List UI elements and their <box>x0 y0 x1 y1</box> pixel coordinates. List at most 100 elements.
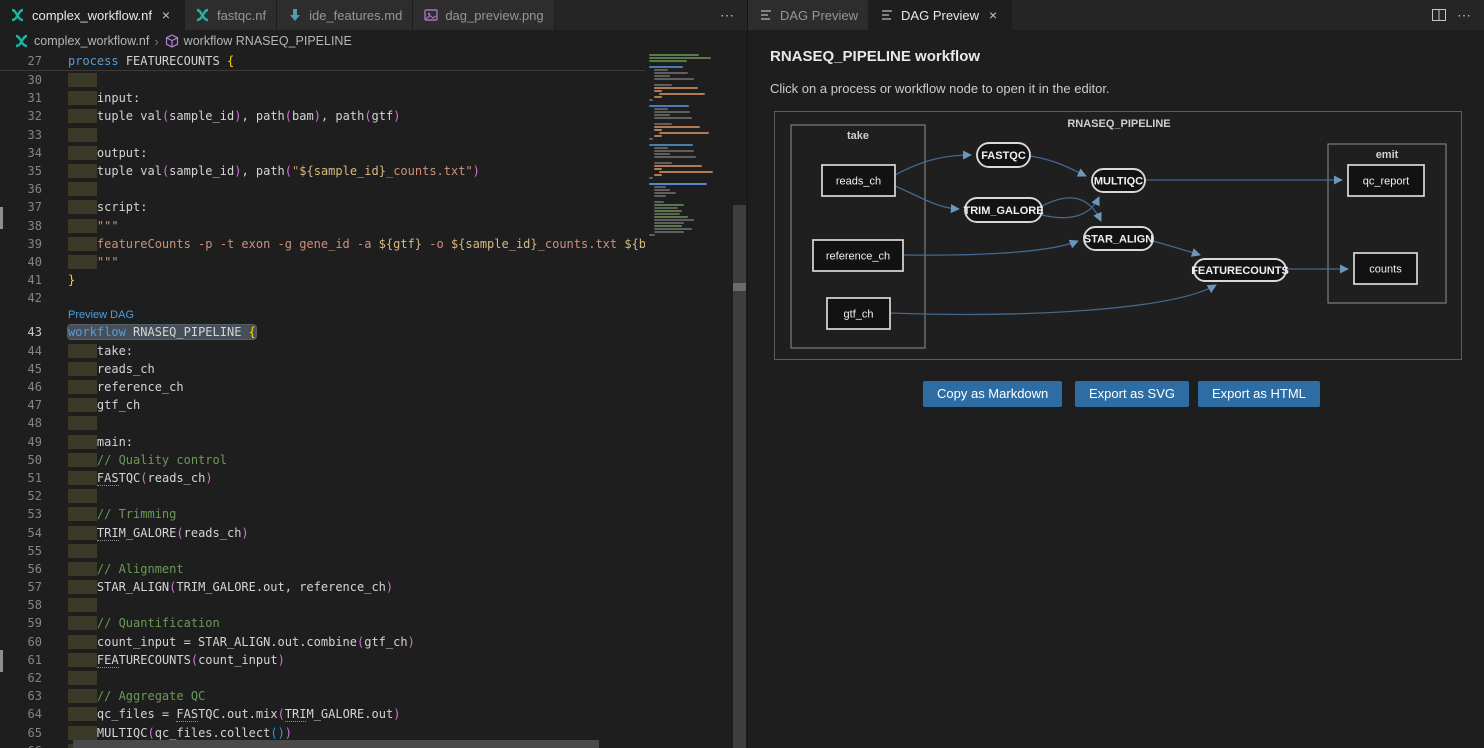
code-editor[interactable]: 27process FEATURECOUNTS {30 31 input:32 … <box>0 52 747 748</box>
code-line[interactable]: 42 <box>0 289 645 307</box>
editor-tab-complex-workflow-nf[interactable]: complex_workflow.nf× <box>0 0 185 30</box>
code-line[interactable]: 43workflow RNASEQ_PIPELINE { <box>0 323 645 341</box>
code-line[interactable]: 33 <box>0 126 645 144</box>
minimap[interactable] <box>645 54 732 748</box>
code-token: script: <box>97 200 148 214</box>
tab-label: ide_features.md <box>309 8 402 23</box>
dag-process-node-FASTQC[interactable]: FASTQC <box>977 143 1030 167</box>
dag-edge-gtf_ch-to-FEATURECOUNTS <box>890 285 1216 314</box>
code-line[interactable]: 61 FEATURECOUNTS(count_input) <box>0 651 645 669</box>
dag-process-node-TRIM_GALORE[interactable]: TRIM_GALORE <box>963 198 1043 222</box>
export-as-svg-button[interactable]: Export as SVG <box>1075 381 1189 407</box>
code-line[interactable]: 64 qc_files = FASTQC.out.mix(TRIM_GALORE… <box>0 705 645 723</box>
code-line[interactable]: 40 """ <box>0 253 645 271</box>
editor-tab-fastqc-nf[interactable]: fastqc.nf <box>185 0 277 30</box>
dag-channel-node-reference_ch[interactable]: reference_ch <box>813 240 903 271</box>
code-token <box>241 325 248 339</box>
code-token: { <box>249 325 256 339</box>
dag-edge-TRIM_GALORE-to-MULTIQC <box>1042 197 1099 218</box>
panel-more-actions-icon[interactable]: ⋯ <box>1457 7 1472 24</box>
code-line[interactable]: 54 TRIM_GALORE(reads_ch) <box>0 524 645 542</box>
copy-as-markdown-button[interactable]: Copy as Markdown <box>923 381 1062 407</box>
code-token: ${b <box>624 237 645 251</box>
code-line[interactable]: 31 input: <box>0 89 645 107</box>
code-token: ) <box>278 653 285 667</box>
code-line[interactable]: 35 tuple val(sample_id), path("${sample_… <box>0 162 645 180</box>
code-token <box>68 616 97 630</box>
code-token <box>68 635 97 649</box>
code-line[interactable]: 37 script: <box>0 198 645 216</box>
tab-overflow-more-icon[interactable]: ⋯ <box>720 7 735 24</box>
close-icon[interactable]: × <box>985 7 1001 23</box>
code-line[interactable]: 46 reference_ch <box>0 378 645 396</box>
code-line[interactable]: 51 FASTQC(reads_ch) <box>0 469 645 487</box>
sticky-scroll-line[interactable]: 27process FEATURECOUNTS { <box>0 52 645 71</box>
code-line[interactable]: 58 <box>0 596 645 614</box>
nextflow-icon <box>14 33 30 49</box>
line-number: 47 <box>0 396 42 414</box>
panel-tab-dag-preview[interactable]: DAG Preview <box>748 0 869 30</box>
line-number: 37 <box>0 198 42 216</box>
dag-channel-node-qc_report[interactable]: qc_report <box>1348 165 1424 196</box>
vertical-scrollbar[interactable] <box>733 52 746 748</box>
dag-channel-node-gtf_ch[interactable]: gtf_ch <box>827 298 890 329</box>
code-line[interactable]: 48 <box>0 414 645 432</box>
code-line[interactable]: 55 <box>0 542 645 560</box>
code-token: // Quantification <box>97 616 220 630</box>
dag-process-node-FEATURECOUNTS[interactable]: FEATURECOUNTS <box>1191 259 1289 281</box>
code-line[interactable]: 39 featureCounts -p -t exon -g gene_id -… <box>0 235 645 253</box>
code-line[interactable]: 59 // Quantification <box>0 614 645 632</box>
close-icon[interactable]: × <box>158 7 174 23</box>
split-editor-icon[interactable] <box>1431 7 1447 23</box>
svg-text:STAR_ALIGN: STAR_ALIGN <box>1084 234 1154 246</box>
code-line[interactable]: 62 <box>0 669 645 687</box>
panel-tab-dag-preview[interactable]: DAG Preview× <box>869 0 1012 30</box>
horizontal-scrollbar[interactable] <box>0 740 645 748</box>
code-line[interactable]: 34 output: <box>0 144 645 162</box>
code-line[interactable]: 60 count_input = STAR_ALIGN.out.combine(… <box>0 633 645 651</box>
code-line[interactable]: 38 """ <box>0 217 645 235</box>
code-line[interactable]: 52 <box>0 487 645 505</box>
editor-group-right: DAG PreviewDAG Preview× ⋯ RNASEQ_PIPELIN… <box>748 0 1484 748</box>
breadcrumb-item[interactable]: workflow RNASEQ_PIPELINE <box>164 33 352 49</box>
code-token: } <box>68 273 75 287</box>
code-token <box>68 526 97 540</box>
code-line[interactable]: 50 // Quality control <box>0 451 645 469</box>
nextflow-icon <box>195 7 211 23</box>
line-number: 52 <box>0 487 42 505</box>
code-token: ( <box>191 653 198 667</box>
export-as-html-button[interactable]: Export as HTML <box>1198 381 1320 407</box>
code-token: output: <box>97 146 148 160</box>
preview-dag-codelens[interactable]: Preview DAG <box>42 307 134 323</box>
dag-process-node-MULTIQC[interactable]: MULTIQC <box>1092 169 1145 192</box>
svg-text:gtf_ch: gtf_ch <box>844 309 874 321</box>
code-line[interactable]: 45 reads_ch <box>0 360 645 378</box>
breadcrumb[interactable]: complex_workflow.nf›workflow RNASEQ_PIPE… <box>0 30 747 52</box>
code-line[interactable]: 53 // Trimming <box>0 505 645 523</box>
code-line[interactable]: 41} <box>0 271 645 289</box>
editor-tab-ide-features-md[interactable]: ide_features.md <box>277 0 413 30</box>
code-line[interactable]: 56 // Alignment <box>0 560 645 578</box>
code-line[interactable]: 36 <box>0 180 645 198</box>
markdown-icon <box>287 7 303 23</box>
code-line[interactable]: 30 <box>0 71 645 89</box>
code-token <box>68 164 97 178</box>
editor-tabbar-right: DAG PreviewDAG Preview× ⋯ <box>748 0 1484 30</box>
code-line[interactable]: 63 // Aggregate QC <box>0 687 645 705</box>
code-line[interactable]: 44 take: <box>0 342 645 360</box>
code-line[interactable]: 57 STAR_ALIGN(TRIM_GALORE.out, reference… <box>0 578 645 596</box>
code-token: ) <box>285 726 292 740</box>
code-token: , path <box>241 109 284 123</box>
editor-tab-dag-preview-png[interactable]: dag_preview.png <box>413 0 554 30</box>
breadcrumb-item[interactable]: complex_workflow.nf <box>14 33 149 49</box>
dag-channel-node-reads_ch[interactable]: reads_ch <box>822 165 895 196</box>
code-line[interactable]: 47 gtf_ch <box>0 396 645 414</box>
code-token: ( <box>285 164 292 178</box>
code-line[interactable]: 49 main: <box>0 433 645 451</box>
dag-channel-node-counts[interactable]: counts <box>1354 253 1417 284</box>
code-token: STAR_ALIGN <box>97 580 169 594</box>
dag-process-node-STAR_ALIGN[interactable]: STAR_ALIGN <box>1084 227 1154 250</box>
code-token: // Trimming <box>97 507 176 521</box>
code-line[interactable]: 32 tuple val(sample_id), path(bam), path… <box>0 107 645 125</box>
code-token: // Quality control <box>97 453 227 467</box>
